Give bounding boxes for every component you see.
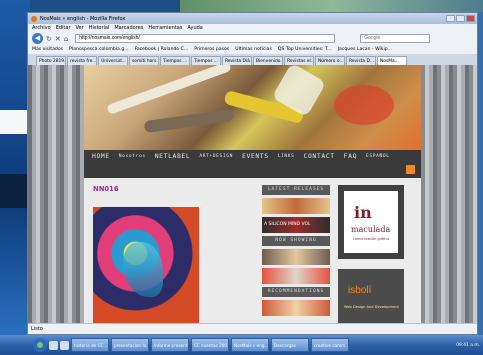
post-artwork-image[interactable] <box>93 207 199 323</box>
menu-ver[interactable]: Ver <box>76 25 84 31</box>
stripe-background-left <box>28 65 84 323</box>
windows-taskbar: historia de CC ... presentacion la... In… <box>0 335 483 355</box>
menu-herramientas[interactable]: Herramientas <box>148 25 182 31</box>
taskbar-button-active[interactable]: NosMais » eng... <box>231 338 269 352</box>
nav-art-design[interactable]: ART+DESIGN <box>199 154 233 159</box>
status-bar: Listo <box>28 323 477 334</box>
close-button[interactable] <box>466 15 475 22</box>
taskbar-button[interactable]: creative comm... <box>311 338 349 352</box>
latest-releases-heading: LATEST RELEASES <box>262 185 330 195</box>
nav-contact[interactable]: CONTACT <box>304 152 335 160</box>
recommendations-heading: RECOMMENDATIONS <box>262 287 330 297</box>
browser-tab[interactable]: Tiempos ... <box>191 56 221 65</box>
firefox-window: NosMais » english - Mozilla Firefox Arch… <box>27 12 478 335</box>
bookmark-item[interactable]: QS Top Universities: T... <box>278 47 332 52</box>
bookmarks-toolbar: Más visitados Planospesca.colombia.g... … <box>28 45 477 54</box>
menu-bar: Archivo Editar Ver Historial Marcadores … <box>28 24 477 32</box>
stop-icon[interactable]: ✕ <box>55 35 61 43</box>
desktop-background-right <box>478 12 483 335</box>
browser-tab[interactable]: Revista D... <box>346 56 376 65</box>
desktop-window-edge <box>0 110 30 134</box>
search-input[interactable] <box>360 34 431 43</box>
firefox-icon <box>31 15 37 22</box>
reload-icon[interactable]: ↻ <box>46 35 52 43</box>
now-showing-heading: NOW SHOWING <box>262 236 330 246</box>
stripe-background-right <box>421 65 477 323</box>
showing-thumbnail[interactable] <box>262 249 330 265</box>
inmaculada-logo-word: maculada <box>351 225 391 234</box>
bookmark-item[interactable]: Primeros pasos <box>194 47 229 52</box>
url-input[interactable] <box>75 34 336 43</box>
nav-nosotros[interactable]: Nosotros <box>119 154 146 159</box>
quick-launch-icon[interactable] <box>49 340 58 350</box>
taskbar-button[interactable]: presentacion la... <box>111 338 149 352</box>
tab-bar: Photo 2819... revista fre... Universid..… <box>28 54 477 65</box>
taskbar-button[interactable]: Informe present... <box>151 338 189 352</box>
release-thumbnail[interactable] <box>262 198 330 214</box>
website: HOME Nosotros NETLABEL ART+DESIGN EVENTS… <box>84 65 421 323</box>
taskbar-button[interactable]: historia de CC ... <box>71 338 109 352</box>
rss-icon[interactable] <box>406 165 415 174</box>
browser-tab-active[interactable]: NosMa... <box>377 56 407 65</box>
browser-tab[interactable]: semiti hors... <box>129 56 159 65</box>
desktop-window-edge-dark <box>0 174 30 208</box>
inmaculada-logo-sub: comunicación gráfica <box>353 237 390 241</box>
back-button[interactable]: ◀ <box>32 33 43 44</box>
desktop-background-left <box>0 0 30 335</box>
bookmark-item[interactable]: Jacques Lacan - Wikip... <box>338 47 392 52</box>
nav-events[interactable]: EVENTS <box>242 152 269 160</box>
taskbar-button[interactable]: CC cuentas 200... <box>191 338 229 352</box>
sidebar: LATEST RELEASES A SILICON MIND VOL NOW S… <box>262 185 330 323</box>
menu-historial[interactable]: Historial <box>89 25 110 31</box>
nav-links[interactable]: LINKS <box>278 154 295 159</box>
isboli-ad[interactable]: isbolí Web Design And Development <box>338 269 404 323</box>
menu-editar[interactable]: Editar <box>56 25 71 31</box>
window-controls <box>446 15 475 22</box>
browser-tab[interactable]: Photo 2819... <box>36 56 66 65</box>
window-title: NosMais » english - Mozilla Firefox <box>40 15 126 22</box>
quick-launch-icon[interactable] <box>60 340 69 350</box>
inmaculada-ad[interactable]: in maculada comunicación gráfica <box>338 185 404 259</box>
main-content: NN016 <box>92 185 252 323</box>
isboli-tagline: Web Design And Development <box>344 305 399 309</box>
navigation-toolbar: ◀ ↻ ✕ ⌂ <box>28 32 477 45</box>
title-bar[interactable]: NosMais » english - Mozilla Firefox <box>28 13 477 24</box>
inmaculada-logo-big: in <box>354 203 372 222</box>
bookmark-item[interactable]: Facebook | Rolando C... <box>135 47 189 52</box>
browser-tab[interactable]: Revistas el... <box>284 56 314 65</box>
desktop-wallpaper-top <box>180 0 483 12</box>
site-navigation: HOME Nosotros NETLABEL ART+DESIGN EVENTS… <box>84 150 421 178</box>
nav-faq[interactable]: FAQ <box>344 152 357 160</box>
menu-marcadores[interactable]: Marcadores <box>114 25 143 31</box>
browser-tab[interactable]: Revista Diá... <box>222 56 252 65</box>
nav-netlabel[interactable]: NETLABEL <box>155 152 191 160</box>
recommendation-thumbnail[interactable] <box>262 300 330 316</box>
nav-home[interactable]: HOME <box>92 152 110 160</box>
isboli-logo: isbolí <box>348 285 372 296</box>
bookmark-item[interactable]: Más visitados <box>32 47 63 52</box>
post-title[interactable]: NN016 <box>93 185 119 193</box>
showing-thumbnail[interactable] <box>262 268 330 284</box>
menu-ayuda[interactable]: Ayuda <box>187 25 202 31</box>
taskbar-button[interactable]: Descargas <box>271 338 309 352</box>
bookmark-item[interactable]: Planospesca.colombia.g... <box>69 47 129 52</box>
browser-tab[interactable]: Número o... <box>315 56 345 65</box>
home-icon[interactable]: ⌂ <box>64 35 68 43</box>
system-clock[interactable]: 09:41 a.m. <box>456 343 480 348</box>
browser-tab[interactable]: Bienvenido... <box>253 56 283 65</box>
header-banner-image <box>84 65 421 150</box>
minimize-button[interactable] <box>446 15 455 22</box>
menu-archivo[interactable]: Archivo <box>32 25 51 31</box>
browser-tab[interactable]: Tiempos ... <box>160 56 190 65</box>
nav-espanol[interactable]: ESPAÑOL <box>366 154 390 159</box>
maximize-button[interactable] <box>456 15 465 22</box>
inmaculada-logo: in maculada comunicación gráfica <box>344 191 398 253</box>
release-thumbnail[interactable]: A SILICON MIND VOL <box>262 217 330 233</box>
browser-tab[interactable]: revista fre... <box>67 56 97 65</box>
bookmark-item[interactable]: Últimas noticias <box>235 47 272 52</box>
browser-tab[interactable]: Universid... <box>98 56 128 65</box>
start-button[interactable] <box>33 338 47 352</box>
page-viewport: HOME Nosotros NETLABEL ART+DESIGN EVENTS… <box>28 65 477 323</box>
